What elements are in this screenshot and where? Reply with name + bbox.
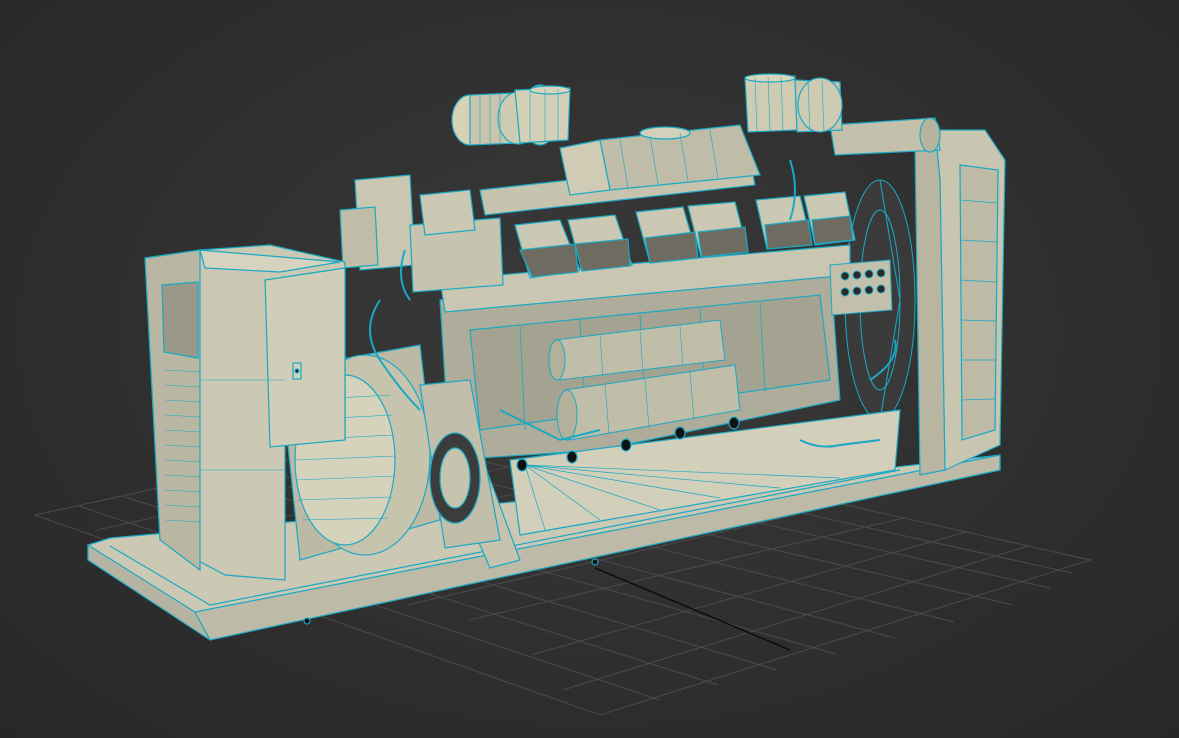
port-icon: [516, 458, 528, 472]
port-icon: [566, 450, 578, 464]
world-axis-line: [594, 567, 791, 651]
3d-viewport[interactable]: [0, 0, 1179, 738]
bolt-hole-icon: [591, 558, 599, 566]
port-icon: [728, 416, 740, 430]
port-icon: [674, 426, 686, 440]
bolt-hole-icon: [303, 617, 311, 625]
junction-box[interactable]: [829, 259, 893, 316]
accessory-boxes[interactable]: [339, 174, 504, 293]
port-icon: [620, 438, 632, 452]
